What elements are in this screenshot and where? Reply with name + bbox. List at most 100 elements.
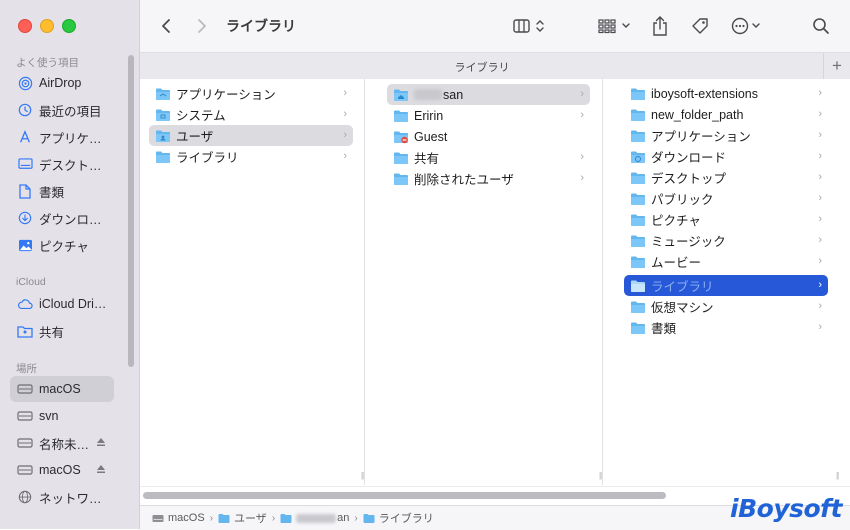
chevron-right-icon: › [209,512,214,524]
list-item[interactable]: ミュージック › [624,230,828,251]
chevron-right-icon: › [818,108,822,120]
sidebar-item-label: 最近の項目 [39,104,102,119]
chevron-right-icon: › [343,150,347,162]
sidebar: よく使う項目 AirDrop 最近の項目 アプリケ… デスクト… 書類 ダウンロ… [0,0,140,529]
list-item[interactable]: ピクチャ › [624,209,828,230]
chevron-right-icon: › [343,129,347,141]
share-icon [653,16,667,36]
column-3: iboysoft-extensions › new_folder_path › … [603,79,850,485]
list-item[interactable]: new_folder_path › [624,104,828,125]
add-tab-button[interactable]: + [823,53,850,79]
chevron-right-icon: › [818,300,822,312]
scrollbar-thumb[interactable] [143,492,666,499]
chevron-right-icon [198,19,206,33]
iboysoft-watermark-logo: iBoysoft [730,494,842,523]
item-label: ミュージック [651,235,726,249]
restricted-folder-icon [393,130,409,144]
sidebar-item-label: iCloud Dri… [39,297,107,311]
sidebar-item-macos[interactable]: macOS [10,376,114,402]
sidebar-item-label: 共有 [39,325,65,340]
sidebar-item-airdrop[interactable]: AirDrop [10,70,114,96]
sidebar-item-label: アプリケ… [39,131,102,146]
sidebar-item-svn[interactable]: svn [10,403,114,429]
chevron-right-icon: › [818,279,822,291]
list-item-selected[interactable]: ユーザ › [149,125,353,146]
chevron-right-icon: › [580,172,584,184]
sidebar-item-applications[interactable]: アプリケ… [10,124,114,150]
list-item[interactable]: 書類 › [624,317,828,338]
shared-folder-icon [17,323,33,339]
column-resize-handle[interactable]: || [836,471,844,481]
share-button[interactable] [650,14,670,38]
path-item-library[interactable]: ライブラリ [363,510,434,526]
search-button[interactable] [810,14,832,38]
sidebar-item-documents[interactable]: 書類 [10,178,114,204]
close-button[interactable] [18,19,32,33]
sidebar-item-downloads[interactable]: ダウンロ… [10,205,114,231]
minimize-button[interactable] [40,19,54,33]
folder-icon [630,108,646,122]
column-browser: アプリケーション › システム › ユーザ › ライブラリ › || san ›… [140,79,850,485]
group-button[interactable] [596,14,634,38]
grid-icon [598,19,630,34]
item-label: 削除されたユーザ [414,173,514,187]
tags-button[interactable] [689,14,711,38]
eject-icon[interactable] [96,463,106,477]
list-item[interactable]: Eririn › [387,105,590,126]
view-mode-button[interactable] [510,14,548,38]
sidebar-item-desktop[interactable]: デスクト… [10,151,114,177]
list-item[interactable]: iboysoft-extensions › [624,83,828,104]
disk-icon [17,435,33,451]
chevron-right-icon: › [818,255,822,267]
list-item[interactable]: パブリック › [624,188,828,209]
home-folder-icon [280,513,292,523]
photo-icon [17,237,33,253]
chevron-right-icon: › [818,171,822,183]
list-item-selected[interactable]: san › [387,84,590,105]
eject-icon[interactable] [96,436,106,450]
home-folder-icon [393,88,409,102]
sidebar-item-label: ダウンロ… [39,212,102,227]
list-item[interactable]: Guest [387,126,590,147]
list-item[interactable]: 削除されたユーザ › [387,168,590,189]
desktop-icon [17,156,33,172]
list-item[interactable]: ムービー › [624,251,828,272]
sidebar-item-macos-2[interactable]: macOS [10,457,114,483]
path-label: macOS [168,512,205,524]
back-button[interactable] [156,14,176,38]
more-actions-button[interactable] [730,14,766,38]
chevron-right-icon: › [818,150,822,162]
list-item[interactable]: ダウンロード › [624,146,828,167]
forward-button[interactable] [192,14,212,38]
list-item[interactable]: デスクトップ › [624,167,828,188]
folder-icon [393,109,409,123]
columns-view-icon [513,19,544,33]
path-item-macos[interactable]: macOS [152,512,205,524]
list-item-selected[interactable]: ライブラリ › [624,275,828,296]
item-label: ユーザ [176,130,214,144]
list-item[interactable]: システム › [149,104,353,125]
sidebar-item-shared[interactable]: 共有 [10,318,114,344]
list-item[interactable]: アプリケーション › [624,125,828,146]
item-label: Eririn [414,108,444,123]
zoom-button[interactable] [62,19,76,33]
item-label: アプリケーション [176,88,276,102]
sidebar-item-icloud-drive[interactable]: iCloud Dri… [10,291,114,317]
sidebar-item-pictures[interactable]: ピクチャ [10,232,114,258]
path-item-user-home[interactable]: an [280,512,349,524]
item-label: パブリック [651,193,714,207]
chevron-right-icon: › [354,512,358,524]
path-item-users[interactable]: ユーザ [218,510,267,526]
folder-icon [630,234,646,248]
list-item[interactable]: ライブラリ › [149,146,353,167]
sidebar-item-untitled[interactable]: 名称未… [10,430,114,456]
cloud-icon [17,296,33,312]
tab-ライブラリ[interactable]: ライブラリ [140,59,824,75]
list-item[interactable]: 共有 › [387,147,590,168]
sidebar-item-network[interactable]: ネットワ… [10,484,114,510]
sidebar-scrollbar[interactable] [128,55,134,367]
sidebar-item-recents[interactable]: 最近の項目 [10,97,114,123]
list-item[interactable]: 仮想マシン › [624,296,828,317]
list-item[interactable]: アプリケーション › [149,83,353,104]
item-label: アプリケーション [651,130,751,144]
